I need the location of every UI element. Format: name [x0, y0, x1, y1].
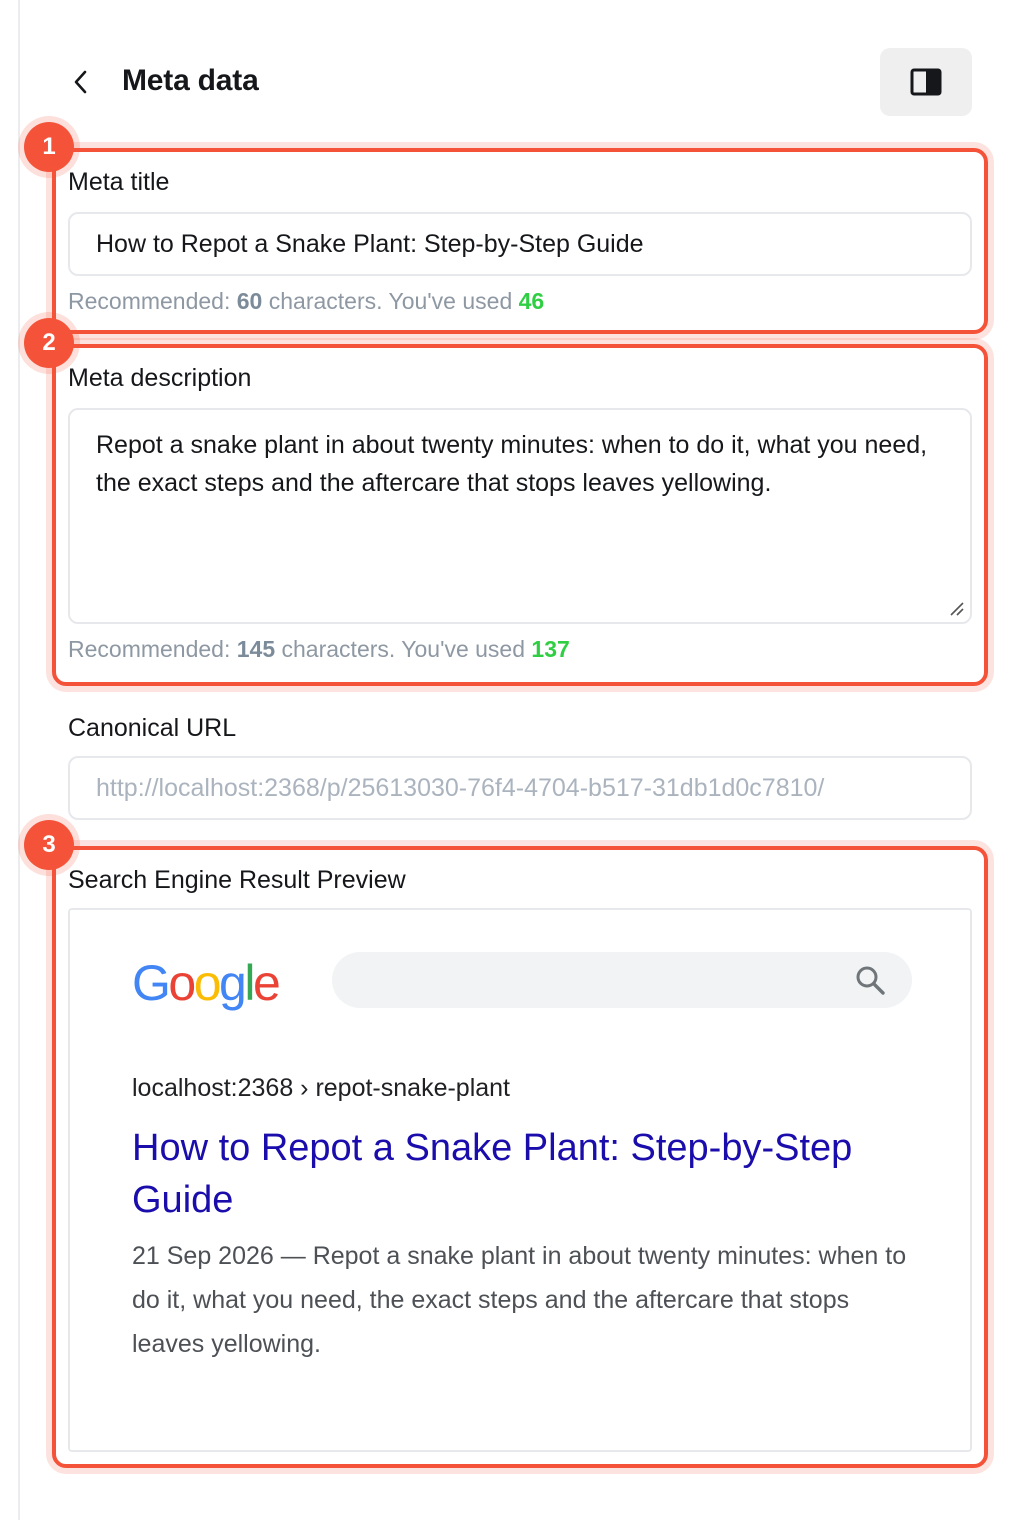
canonical-url-input[interactable]: http://localhost:2368/p/25613030-76f4-47… [68, 756, 972, 820]
meta-title-value: How to Repot a Snake Plant: Step-by-Step… [96, 229, 644, 258]
toggle-sidebar-button[interactable] [880, 48, 972, 116]
serp-url: localhost:2368 › repot-snake-plant [132, 1074, 511, 1102]
chevron-left-icon [74, 70, 87, 94]
page-title: Meta data [122, 64, 259, 97]
panel-divider [18, 0, 20, 1520]
google-search-bar [332, 952, 912, 1008]
meta-title-used-count: 46 [518, 288, 545, 314]
back-button[interactable] [66, 66, 96, 98]
settings-header: Meta data [66, 48, 972, 116]
meta-title-label: Meta title [68, 168, 170, 196]
meta-description-used-count: 137 [531, 636, 570, 662]
meta-description-hint: Recommended: 145 characters. You've used… [68, 636, 570, 662]
search-icon [856, 966, 885, 995]
meta-title-hint: Recommended: 60 characters. You've used … [68, 288, 545, 314]
serp-preview-card: Google localhost:2368 › repot-snake-plan… [68, 908, 972, 1452]
meta-title-recommended-count: 60 [236, 288, 263, 314]
sidebar-toggle-icon [910, 68, 942, 96]
annotation-badge-2: 2 [24, 318, 74, 368]
meta-title-input[interactable]: How to Repot a Snake Plant: Step-by-Step… [68, 212, 972, 276]
canonical-url-label: Canonical URL [68, 714, 237, 742]
meta-description-recommended-count: 145 [236, 636, 276, 662]
meta-description-value: Repot a snake plant in about twenty minu… [96, 431, 928, 497]
meta-description-textarea[interactable]: Repot a snake plant in about twenty minu… [68, 408, 972, 624]
serp-preview-label: Search Engine Result Preview [68, 866, 406, 894]
meta-description-label: Meta description [68, 364, 252, 392]
canonical-url-placeholder: http://localhost:2368/p/25613030-76f4-47… [96, 773, 825, 802]
google-logo: Google [132, 955, 281, 1011]
resize-grip-icon[interactable] [948, 600, 964, 616]
annotation-badge-3: 3 [24, 820, 74, 870]
annotation-badge-1: 1 [24, 122, 74, 172]
serp-title: How to Repot a Snake Plant: Step-by-Step… [132, 1127, 853, 1221]
serp-description: 21 Sep 2026 — Repot a snake plant in abo… [132, 1242, 907, 1358]
